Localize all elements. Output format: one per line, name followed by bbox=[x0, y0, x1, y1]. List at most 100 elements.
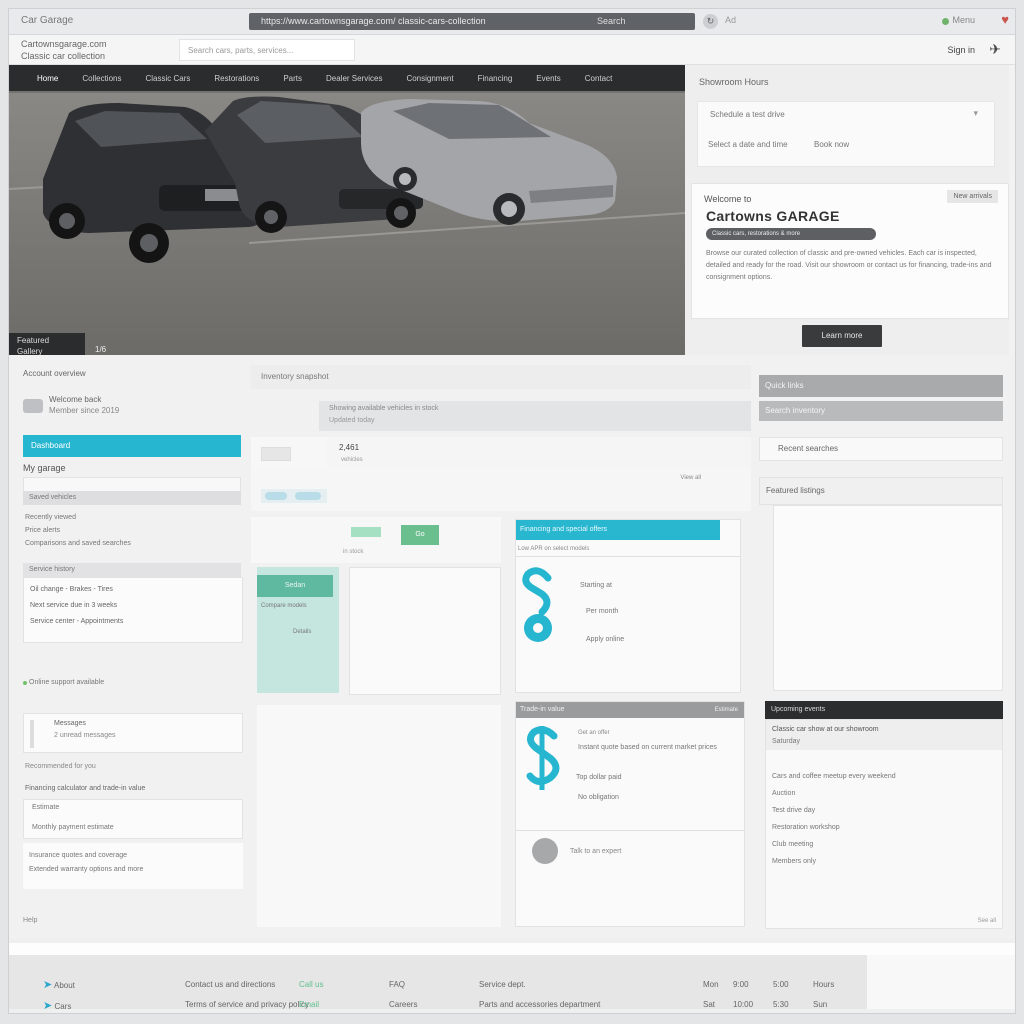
recommended-label: Recommended for you bbox=[25, 763, 96, 770]
learn-more-button[interactable]: Learn more bbox=[802, 325, 882, 347]
financing-calculator-link[interactable]: Financing calculator and trade-in value bbox=[25, 785, 145, 792]
nav-item-consignment[interactable]: Consignment bbox=[394, 74, 465, 83]
insurance-link[interactable]: Insurance quotes and coverage bbox=[23, 849, 243, 863]
user-since: Member since 2019 bbox=[49, 406, 120, 415]
estimate-sub: Monthly payment estimate bbox=[32, 824, 114, 831]
nav-item-parts[interactable]: Parts bbox=[271, 74, 314, 83]
footer-hours-days: Mon Sat bbox=[703, 975, 719, 1013]
filter-chip[interactable] bbox=[295, 492, 321, 500]
event-item[interactable]: Test drive day bbox=[772, 802, 896, 819]
book-now-link[interactable]: Book now bbox=[814, 140, 849, 149]
nav-item-contact[interactable]: Contact bbox=[573, 74, 625, 83]
sidebar-link-recent[interactable]: Recently viewed bbox=[25, 511, 131, 524]
site-search-input[interactable]: Search cars, parts, services... bbox=[179, 39, 355, 61]
nav-item-classic-cars[interactable]: Classic Cars bbox=[133, 74, 202, 83]
nav-item-restorations[interactable]: Restorations bbox=[202, 74, 271, 83]
see-all-link[interactable]: See all bbox=[978, 918, 996, 924]
reload-icon[interactable]: ↻ bbox=[703, 14, 718, 29]
sidebar-item-service-history[interactable]: Service history bbox=[23, 563, 241, 577]
sedan-card-header: Sedan bbox=[257, 575, 333, 597]
footer-terms[interactable]: Terms of service and privacy policy bbox=[185, 995, 309, 1013]
get-offer-label[interactable]: Get an offer bbox=[578, 730, 610, 736]
chevron-down-icon[interactable]: ▾ bbox=[973, 108, 978, 119]
service-line[interactable]: Service center - Appointments bbox=[24, 614, 242, 630]
event-item[interactable]: Auction bbox=[772, 785, 896, 802]
garage-links: Recently viewed Price alerts Comparisons… bbox=[25, 511, 131, 550]
messages-count: 2 unread messages bbox=[54, 732, 116, 739]
footer-about[interactable]: About bbox=[54, 981, 75, 990]
search-inventory-bar[interactable]: Search inventory bbox=[759, 401, 1003, 421]
warranty-link[interactable]: Extended warranty options and more bbox=[23, 863, 243, 877]
footer-cars[interactable]: Cars bbox=[54, 1002, 71, 1011]
nav-item-events[interactable]: Events bbox=[524, 74, 572, 83]
sign-in-link[interactable]: Sign in bbox=[947, 45, 975, 55]
footer-parts[interactable]: Parts and accessories department bbox=[479, 995, 600, 1013]
test-drive-box[interactable]: Schedule a test drive ▾ Select a date an… bbox=[697, 101, 995, 167]
nav-item-financing[interactable]: Financing bbox=[466, 74, 525, 83]
divider bbox=[516, 830, 744, 831]
left-sidebar: Account overview Welcome back Member sin… bbox=[15, 355, 243, 935]
compare-models-link[interactable]: Compare models bbox=[261, 603, 307, 609]
support-status[interactable]: Online support available bbox=[22, 679, 104, 686]
footer-hours-open: 9:00 10:00 bbox=[733, 975, 753, 1013]
event-highlight[interactable]: Classic car show at our showroom Saturda… bbox=[766, 720, 1002, 750]
footer-divider bbox=[9, 943, 1015, 955]
status-dot-icon bbox=[942, 18, 949, 25]
filter-chip[interactable] bbox=[265, 492, 287, 500]
help-label[interactable]: Help bbox=[23, 917, 37, 924]
tab-title[interactable]: Car Garage bbox=[21, 15, 73, 26]
footer-contact[interactable]: Contact us and directions bbox=[185, 975, 309, 995]
apply-online-link[interactable]: Apply online bbox=[586, 636, 624, 643]
extension-label[interactable]: Ad bbox=[725, 15, 736, 25]
sidebar-item-saved-vehicles[interactable]: Saved vehicles bbox=[23, 491, 241, 505]
inventory-strip: Showing available vehicles in stock Upda… bbox=[319, 401, 751, 431]
trade-in-estimate-link[interactable]: Estimate bbox=[715, 702, 738, 718]
sidebar-link-alerts[interactable]: Price alerts bbox=[25, 524, 131, 537]
nav-item-dealer-services[interactable]: Dealer Services bbox=[314, 74, 394, 83]
event-item[interactable]: Members only bbox=[772, 853, 896, 870]
go-button[interactable]: Go bbox=[401, 525, 439, 545]
user-row[interactable]: Welcome back Member since 2019 bbox=[23, 395, 243, 421]
featured-listings-area bbox=[773, 505, 1003, 691]
view-all-link[interactable]: View all bbox=[680, 475, 701, 481]
filter-button[interactable] bbox=[261, 447, 291, 461]
browser-window: Car Garage https://www.cartownsgarage.co… bbox=[8, 8, 1016, 1014]
dollar-sign-icon bbox=[526, 726, 560, 790]
talk-to-expert-link[interactable]: Talk to an expert bbox=[570, 848, 621, 855]
new-arrivals-badge[interactable]: New arrivals bbox=[947, 190, 998, 203]
featured-listings-header[interactable]: Featured listings bbox=[759, 477, 1003, 505]
event-item[interactable]: Restoration workshop bbox=[772, 819, 896, 836]
key-icon: ➤ bbox=[43, 1000, 53, 1012]
sedan-details-link[interactable]: Details bbox=[293, 629, 311, 635]
footer-careers[interactable]: Careers bbox=[389, 995, 417, 1013]
sidebar-item-dashboard[interactable]: Dashboard bbox=[23, 435, 241, 457]
nav-item-home[interactable]: Home bbox=[25, 74, 70, 83]
sidebar-link-comparisons[interactable]: Comparisons and saved searches bbox=[25, 537, 131, 550]
hero-image bbox=[9, 93, 685, 355]
footer-service[interactable]: Service dept. bbox=[479, 975, 600, 995]
heart-icon[interactable]: ♥ bbox=[1001, 12, 1009, 27]
financing-starting: Starting at bbox=[580, 582, 612, 589]
sedan-card[interactable]: Sedan Compare models Details bbox=[257, 567, 339, 693]
financing-panel: Financing and special offers Low APR on … bbox=[515, 519, 741, 693]
address-search-label[interactable]: Search bbox=[597, 13, 626, 30]
event-item[interactable]: Cars and coffee meetup every weekend bbox=[772, 768, 896, 785]
address-bar[interactable]: https://www.cartownsgarage.com/ classic-… bbox=[249, 13, 695, 30]
quick-links-bar[interactable]: Quick links bbox=[759, 375, 1003, 397]
logo-icon[interactable]: ✈ bbox=[989, 41, 1001, 58]
footer-call[interactable]: Call us bbox=[299, 975, 323, 995]
event-item[interactable]: Club meeting bbox=[772, 836, 896, 853]
recent-searches-box[interactable]: Recent searches bbox=[759, 437, 1003, 461]
test-drive-date[interactable]: Select a date and time bbox=[708, 140, 788, 149]
messages-panel[interactable]: Messages 2 unread messages bbox=[23, 713, 243, 753]
footer-email[interactable]: Email bbox=[299, 995, 323, 1013]
filter-chips[interactable] bbox=[261, 489, 327, 503]
slide-counter[interactable]: 1/6 bbox=[95, 345, 106, 354]
insurance-panel: Insurance quotes and coverage Extended w… bbox=[23, 843, 243, 889]
nav-item-collections[interactable]: Collections bbox=[70, 74, 133, 83]
estimate-title: Estimate bbox=[32, 804, 60, 811]
footer-faq[interactable]: FAQ bbox=[389, 975, 417, 995]
estimate-panel[interactable]: Estimate Monthly payment estimate bbox=[23, 799, 243, 839]
my-garage-label: My garage bbox=[23, 463, 66, 473]
menu-label[interactable]: Menu bbox=[952, 15, 975, 25]
